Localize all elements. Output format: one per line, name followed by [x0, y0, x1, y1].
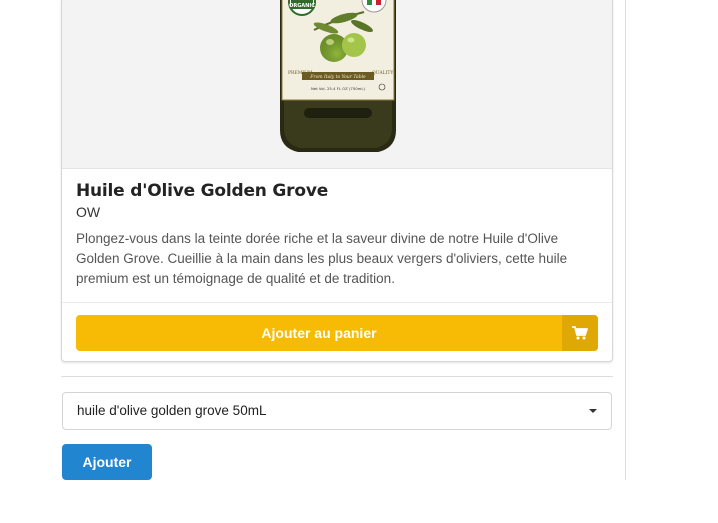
section-divider: [61, 376, 613, 377]
label-right-word: QUALITY: [372, 70, 394, 76]
product-description: Plongez-vous dans la teinte dorée riche …: [76, 231, 568, 286]
olive-oil-bottle-icon: ORGANIC PREMIUM QUALITY From Italy to Yo…: [280, 0, 396, 152]
cart-icon: [562, 315, 598, 351]
product-image: ORGANIC PREMIUM QUALITY From Italy to Yo…: [62, 0, 612, 169]
chevron-down-icon: [589, 409, 597, 413]
add-button[interactable]: Ajouter: [62, 444, 152, 480]
product-card: ORGANIC PREMIUM QUALITY From Italy to Yo…: [61, 0, 613, 362]
label-volume: Net Vol. 25.4 FL OZ (750mL): [311, 86, 365, 91]
variant-select[interactable]: huile d'olive golden grove 50mL: [62, 392, 612, 430]
product-meta: OW: [76, 204, 101, 220]
add-to-cart-button[interactable]: Ajouter au panier: [76, 315, 598, 351]
add-to-cart-label: Ajouter au panier: [261, 325, 377, 341]
organic-badge-text: ORGANIC: [289, 3, 315, 9]
card-actions: Ajouter au panier: [62, 302, 612, 351]
panel-divider: [625, 0, 626, 480]
product-title: Huile d'Olive Golden Grove: [76, 181, 329, 201]
label-ribbon: From Italy to Your Table: [309, 74, 366, 80]
variant-select-value: huile d'olive golden grove 50mL: [77, 403, 267, 418]
card-content: Huile d'Olive Golden Grove OW Plongez-vo…: [62, 169, 612, 289]
